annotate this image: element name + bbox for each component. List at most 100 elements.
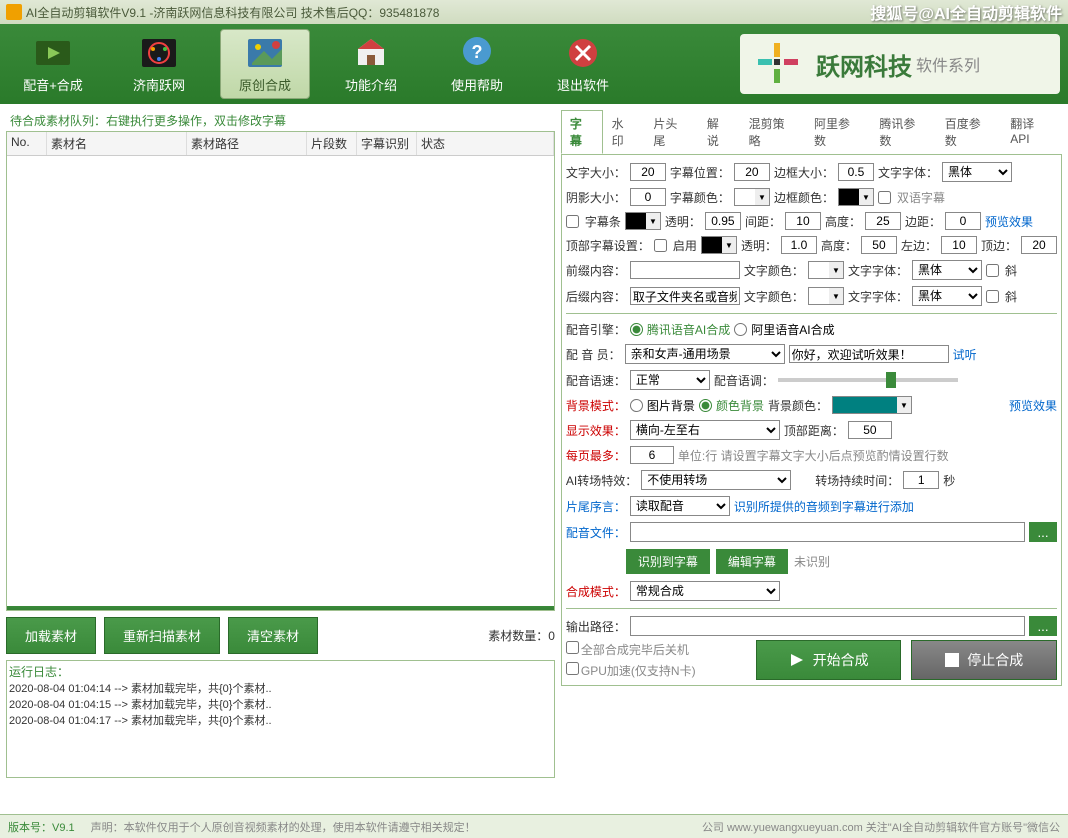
- suffix-font-select[interactable]: 黑体: [912, 286, 982, 306]
- compose-mode-label: 合成模式：: [566, 583, 626, 600]
- font-size-label: 文字大小：: [566, 164, 626, 181]
- tab-subtitle[interactable]: 字幕: [561, 110, 603, 154]
- top-left-input[interactable]: [941, 236, 977, 254]
- log-line: 2020-08-04 01:04:15 --> 素材加载完毕，共{0}个素材..: [9, 696, 552, 712]
- top-enable-checkbox[interactable]: [654, 239, 667, 252]
- col-recog[interactable]: 字幕识别: [357, 132, 417, 155]
- sub-bar-color[interactable]: ▼: [625, 212, 661, 230]
- bilingual-checkbox[interactable]: [878, 191, 891, 204]
- play-icon: [789, 652, 805, 668]
- prefix-italic-checkbox[interactable]: [986, 264, 999, 277]
- top-height-input[interactable]: [861, 236, 897, 254]
- voice-test-input[interactable]: [789, 345, 949, 363]
- border-color-picker[interactable]: ▼: [838, 188, 874, 206]
- stop-compose-button[interactable]: 停止合成: [911, 640, 1057, 680]
- display-select[interactable]: 横向-左至右: [630, 420, 780, 440]
- bg-preview-link[interactable]: 预览效果: [1009, 397, 1057, 414]
- margin-label: 边距：: [905, 213, 941, 230]
- clear-material-button[interactable]: 清空素材: [228, 617, 318, 654]
- help-button[interactable]: ? 使用帮助: [432, 29, 522, 99]
- material-count: 素材数量：0: [488, 627, 555, 644]
- opacity-input[interactable]: [705, 212, 741, 230]
- spacing-input[interactable]: [785, 212, 821, 230]
- shadow-size-input[interactable]: [630, 188, 666, 206]
- tab-ali[interactable]: 阿里参数: [805, 110, 870, 154]
- voice-engine-label: 配音引擎：: [566, 321, 626, 338]
- opacity-label: 透明：: [665, 213, 701, 230]
- gpu-checkbox[interactable]: [566, 662, 579, 675]
- jinan-button[interactable]: 济南跃网: [114, 29, 204, 99]
- sub-pos-input[interactable]: [734, 163, 770, 181]
- col-no[interactable]: No.: [7, 132, 47, 155]
- bg-image-radio[interactable]: [630, 399, 643, 412]
- transition-select[interactable]: 不使用转场: [641, 470, 791, 490]
- sub-bar-checkbox[interactable]: [566, 215, 579, 228]
- tencent-radio[interactable]: [630, 323, 643, 336]
- sub-color-label: 字幕颜色：: [670, 189, 730, 206]
- voice-member-select[interactable]: 亲和女声-通用场景: [625, 344, 785, 364]
- material-table: No. 素材名 素材路径 片段数 字幕识别 状态: [6, 131, 555, 611]
- shutdown-checkbox[interactable]: [566, 641, 579, 654]
- font-family-label: 文字字体：: [878, 164, 938, 181]
- margin-input[interactable]: [945, 212, 981, 230]
- suffix-input[interactable]: [630, 287, 740, 305]
- top-color[interactable]: ▼: [701, 236, 737, 254]
- height-input[interactable]: [865, 212, 901, 230]
- bg-color-picker[interactable]: ▼: [832, 396, 912, 414]
- prefix-font-select[interactable]: 黑体: [912, 260, 982, 280]
- col-status[interactable]: 状态: [417, 132, 554, 155]
- suffix-italic-checkbox[interactable]: [986, 290, 999, 303]
- output-browse-button[interactable]: ...: [1029, 616, 1057, 636]
- stop-icon: [945, 653, 959, 667]
- tab-tencent[interactable]: 腾讯参数: [870, 110, 935, 154]
- col-path[interactable]: 素材路径: [187, 132, 307, 155]
- voice-tone-slider[interactable]: [778, 378, 958, 382]
- start-compose-button[interactable]: 开始合成: [756, 640, 902, 680]
- bg-color-radio[interactable]: [699, 399, 712, 412]
- border-size-label: 边框大小：: [774, 164, 834, 181]
- features-button[interactable]: 功能介绍: [326, 29, 416, 99]
- ali-radio[interactable]: [734, 323, 747, 336]
- transition-duration-input[interactable]: [903, 471, 939, 489]
- recognize-button[interactable]: 识别到字幕: [626, 549, 710, 574]
- edit-sub-button[interactable]: 编辑字幕: [716, 549, 788, 574]
- tab-mixcut[interactable]: 混剪策略: [740, 110, 805, 154]
- audio-file-label: 配音文件：: [566, 524, 626, 541]
- audio-file-input[interactable]: [630, 522, 1025, 542]
- declaration-label: 声明：本软件仅用于个人原创音视频素材的处理，使用本软件请遵守相关规定！: [91, 819, 476, 835]
- listen-link[interactable]: 试听: [953, 346, 977, 363]
- tab-watermark[interactable]: 水印: [603, 110, 645, 154]
- load-material-button[interactable]: 加载素材: [6, 617, 96, 654]
- tab-baidu[interactable]: 百度参数: [936, 110, 1001, 154]
- queue-label: 待合成素材队列：右键执行更多操作，双击修改字幕: [6, 110, 555, 131]
- table-body[interactable]: [7, 156, 554, 606]
- top-opacity-input[interactable]: [781, 236, 817, 254]
- col-name[interactable]: 素材名: [47, 132, 187, 155]
- prefix-input[interactable]: [630, 261, 740, 279]
- rescan-material-button[interactable]: 重新扫描素材: [104, 617, 220, 654]
- font-family-select[interactable]: 黑体: [942, 162, 1012, 182]
- voice-speed-select[interactable]: 正常: [630, 370, 710, 390]
- prefix-color[interactable]: ▼: [808, 261, 844, 279]
- compose-mode-select[interactable]: 常规合成: [630, 581, 780, 601]
- sub-color-picker[interactable]: ▼: [734, 188, 770, 206]
- tab-translate[interactable]: 翻译API: [1001, 110, 1062, 154]
- top-top-input[interactable]: [1021, 236, 1057, 254]
- original-compose-button[interactable]: 原创合成: [220, 29, 310, 99]
- top-distance-input[interactable]: [848, 421, 892, 439]
- spacing-label: 间距：: [745, 213, 781, 230]
- audio-browse-button[interactable]: ...: [1029, 522, 1057, 542]
- tab-narration[interactable]: 解说: [698, 110, 740, 154]
- col-seg[interactable]: 片段数: [307, 132, 357, 155]
- sub-bar-label: 字幕条: [585, 213, 621, 230]
- border-size-input[interactable]: [838, 163, 874, 181]
- exit-button[interactable]: 退出软件: [538, 29, 628, 99]
- per-page-input[interactable]: [630, 446, 674, 464]
- font-size-input[interactable]: [630, 163, 666, 181]
- suffix-color[interactable]: ▼: [808, 287, 844, 305]
- dub-compose-button[interactable]: 配音+合成: [8, 29, 98, 99]
- prologue-select[interactable]: 读取配音: [630, 496, 730, 516]
- tab-headtail[interactable]: 片头尾: [644, 110, 698, 154]
- output-path-input[interactable]: [630, 616, 1025, 636]
- preview-link[interactable]: 预览效果: [985, 213, 1033, 230]
